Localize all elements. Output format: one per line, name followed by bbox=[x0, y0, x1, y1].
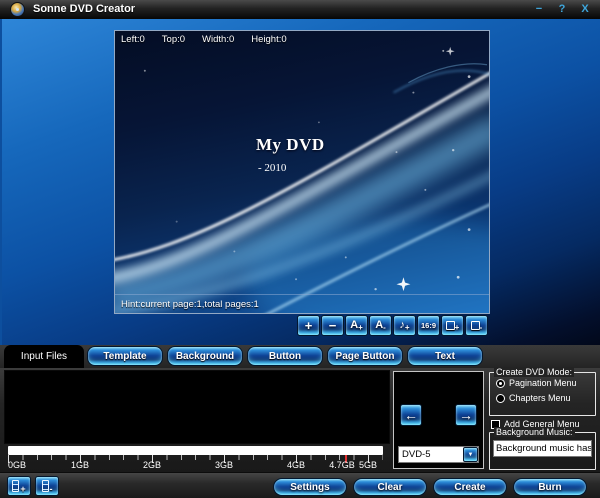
dvd-menu-preview[interactable]: Left:0 Top:0 Width:0 Height:0 My DVD - 2… bbox=[114, 30, 490, 314]
window-controls: − ? X bbox=[532, 2, 592, 16]
tab-input-files[interactable]: Input Files bbox=[4, 345, 84, 368]
font-increase-button[interactable]: A + bbox=[345, 315, 368, 336]
coord-top: Top:0 bbox=[162, 34, 185, 45]
page-hint: Hint:current page:1,total pages:1 bbox=[115, 294, 489, 313]
background-music-field[interactable]: Background music has no bbox=[493, 440, 592, 457]
settings-panel: Create DVD Mode: Pagination Menu Chapter… bbox=[488, 368, 598, 472]
previous-page-button[interactable]: ← bbox=[400, 404, 422, 426]
settings-button[interactable]: Settings bbox=[273, 478, 347, 496]
burn-button[interactable]: Burn bbox=[513, 478, 587, 496]
capacity-label-0gb: 0GB bbox=[8, 460, 26, 470]
capacity-label-3gb: 3GB bbox=[215, 460, 233, 470]
bottom-bar: + - Settings Clear Create Burn bbox=[0, 472, 600, 498]
close-button[interactable]: X bbox=[578, 2, 592, 16]
disc-format-dropdown[interactable]: DVD-5 ▼ bbox=[398, 446, 479, 463]
preview-toolbar: + − A + A - ♪ + 16:9 + bbox=[297, 315, 488, 336]
zoom-in-button[interactable]: + bbox=[441, 315, 464, 336]
disc-format-value: DVD-5 bbox=[399, 449, 463, 460]
minus-icon: − bbox=[329, 319, 337, 332]
create-dvd-mode-group: Create DVD Mode: Pagination Menu Chapter… bbox=[489, 372, 596, 416]
add-file-button[interactable]: + bbox=[7, 476, 31, 496]
capacity-ticks bbox=[8, 455, 383, 463]
capacity-label-1gb: 1GB bbox=[71, 460, 89, 470]
pagination-menu-option[interactable]: Pagination Menu bbox=[496, 378, 595, 388]
menu-subtitle-text[interactable]: - 2010 bbox=[258, 162, 325, 174]
window-title: Sonne DVD Creator bbox=[33, 3, 135, 15]
chevron-down-icon: ▼ bbox=[468, 452, 474, 458]
next-page-button[interactable]: → bbox=[455, 404, 477, 426]
app-window: Sonne DVD Creator − ? X bbox=[0, 0, 600, 498]
zoom-out-button[interactable]: - bbox=[465, 315, 488, 336]
coord-height: Height:0 bbox=[251, 34, 286, 45]
input-files-list[interactable] bbox=[4, 370, 390, 444]
chapters-menu-option[interactable]: Chapters Menu bbox=[496, 393, 595, 403]
capacity-label-2gb: 2GB bbox=[143, 460, 161, 470]
remove-file-button[interactable]: - bbox=[35, 476, 59, 496]
remove-file-icon bbox=[42, 480, 49, 492]
selection-coordinates: Left:0 Top:0 Width:0 Height:0 bbox=[121, 34, 287, 45]
add-item-button[interactable]: + bbox=[297, 315, 320, 336]
plus-icon: + bbox=[305, 319, 313, 332]
tab-page-button[interactable]: Page Button bbox=[327, 346, 403, 366]
page-navigator-panel: ← → DVD-5 ▼ bbox=[393, 371, 484, 469]
title-bar: Sonne DVD Creator − ? X bbox=[0, 0, 600, 19]
dropdown-button[interactable]: ▼ bbox=[463, 447, 478, 462]
tab-background[interactable]: Background bbox=[167, 346, 243, 366]
tab-text[interactable]: Text bbox=[407, 346, 483, 366]
capacity-label-47gb: 4.7GB bbox=[329, 460, 355, 470]
create-dvd-mode-title: Create DVD Mode: bbox=[494, 367, 574, 377]
work-area: 0GB 1GB 2GB 3GB 4GB 4.7GB 5GB ← → DVD-5 … bbox=[0, 368, 600, 472]
font-decrease-icon: A bbox=[375, 320, 383, 331]
remove-item-button[interactable]: − bbox=[321, 315, 344, 336]
background-music-group: Background Music: Background music has n… bbox=[489, 432, 596, 470]
font-decrease-button[interactable]: A - bbox=[369, 315, 392, 336]
add-file-icon bbox=[12, 480, 19, 492]
arrow-right-icon: → bbox=[459, 407, 473, 423]
clear-button[interactable]: Clear bbox=[353, 478, 427, 496]
zoom-out-icon bbox=[471, 321, 480, 330]
menu-title-text[interactable]: My DVD bbox=[256, 135, 325, 155]
background-music-title: Background Music: bbox=[494, 427, 575, 437]
minimize-button[interactable]: − bbox=[532, 2, 546, 16]
coord-width: Width:0 bbox=[202, 34, 234, 45]
capacity-bar[interactable] bbox=[8, 446, 383, 455]
preview-frame: Left:0 Top:0 Width:0 Height:0 My DVD - 2… bbox=[0, 19, 600, 345]
zoom-in-icon bbox=[446, 321, 455, 330]
arrow-left-icon: ← bbox=[404, 407, 418, 423]
font-increase-icon: A bbox=[350, 320, 358, 331]
tab-template[interactable]: Template bbox=[87, 346, 163, 366]
help-button[interactable]: ? bbox=[555, 2, 569, 16]
capacity-label-5gb: 5GB bbox=[359, 460, 377, 470]
radio-chapters-menu[interactable] bbox=[496, 394, 505, 403]
coord-left: Left:0 bbox=[121, 34, 145, 45]
disc-capacity-ruler: 0GB 1GB 2GB 3GB 4GB 4.7GB 5GB bbox=[4, 445, 390, 472]
aspect-ratio-icon: 16:9 bbox=[421, 321, 436, 330]
create-button[interactable]: Create bbox=[433, 478, 507, 496]
dvd-disc-icon bbox=[10, 2, 25, 17]
aspect-ratio-button[interactable]: 16:9 bbox=[417, 315, 440, 336]
add-music-button[interactable]: ♪ + bbox=[393, 315, 416, 336]
radio-pagination-menu[interactable] bbox=[496, 379, 505, 388]
tab-button[interactable]: Button bbox=[247, 346, 323, 366]
menu-title-block[interactable]: My DVD - 2010 bbox=[256, 135, 325, 174]
capacity-label-4gb: 4GB bbox=[287, 460, 305, 470]
tab-bar: Input Files Template Background Button P… bbox=[0, 345, 600, 368]
